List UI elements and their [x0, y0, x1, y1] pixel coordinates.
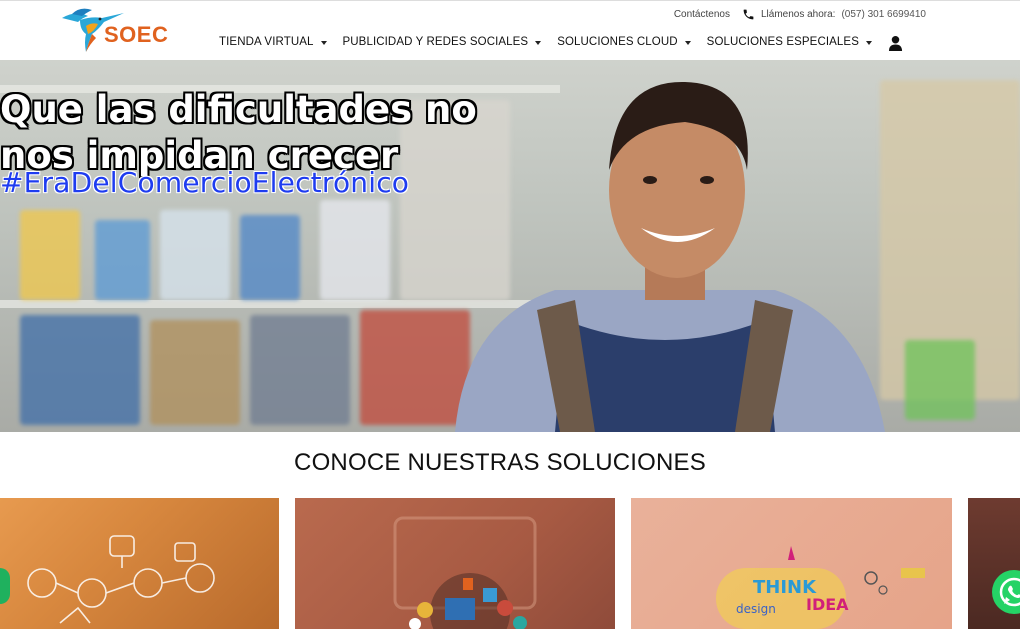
soec-logo[interactable]: SOEC — [58, 4, 178, 54]
chevron-down-icon — [865, 40, 872, 45]
chat-tab[interactable] — [0, 568, 10, 604]
hero-title-line: Que las dificultades no — [0, 88, 477, 131]
nav-item-soluciones-especiales[interactable]: SOLUCIONES ESPECIALES — [707, 36, 872, 48]
solution-card-publicidad[interactable] — [295, 498, 615, 629]
product-decoration — [20, 315, 140, 425]
main-nav: TIENDA VIRTUAL PUBLICIDAD Y REDES SOCIAL… — [219, 36, 888, 48]
shopkeeper-image — [455, 81, 885, 432]
product-decoration — [160, 210, 230, 300]
call-label: Llámenos ahora: — [760, 9, 836, 20]
brand-name: SOEC — [104, 22, 169, 47]
chevron-down-icon — [684, 40, 691, 45]
product-decoration — [250, 315, 350, 425]
site-header: SOEC Contáctenos Llámenos ahora: (057) 3… — [0, 0, 1020, 60]
product-decoration — [905, 340, 975, 420]
chevron-down-icon — [535, 40, 542, 45]
nav-item-publicidad[interactable]: PUBLICIDAD Y REDES SOCIALES — [343, 36, 542, 48]
user-icon[interactable] — [888, 35, 903, 52]
svg-text:IDEA: IDEA — [806, 595, 849, 614]
top-contact-bar: Contáctenos Llámenos ahora: (057) 301 66… — [674, 8, 926, 21]
product-decoration — [240, 215, 300, 300]
whatsapp-button[interactable] — [992, 570, 1020, 614]
solution-card-cloud[interactable]: THINK IDEA design — [631, 498, 952, 629]
nav-item-soluciones-cloud[interactable]: SOLUCIONES CLOUD — [557, 36, 691, 48]
phone-number[interactable]: (057) 301 6699410 — [841, 9, 926, 20]
product-decoration — [95, 220, 150, 300]
product-decoration — [150, 320, 240, 425]
nav-item-label: PUBLICIDAD Y REDES SOCIALES — [342, 36, 529, 48]
chevron-down-icon — [320, 40, 327, 45]
phone-icon — [743, 9, 754, 20]
contact-link[interactable]: Contáctenos — [674, 9, 730, 20]
nav-item-label: SOLUCIONES CLOUD — [557, 36, 678, 48]
svg-text:design: design — [736, 602, 776, 616]
solutions-title: CONOCE NUESTRAS SOLUCIONES — [294, 449, 706, 476]
hero-hashtag: #EraDelComercioElectrónico — [0, 166, 410, 199]
nav-item-label: SOLUCIONES ESPECIALES — [706, 36, 859, 48]
hero-banner: Que las dificultades no nos impidan crec… — [0, 60, 1020, 432]
nav-item-label: TIENDA VIRTUAL — [219, 36, 314, 48]
nav-item-tienda-virtual[interactable]: TIENDA VIRTUAL — [219, 36, 327, 48]
whatsapp-icon — [999, 577, 1020, 607]
product-decoration — [320, 200, 390, 300]
ecommerce-network-icon — [27, 535, 215, 624]
product-decoration — [20, 210, 80, 300]
solution-card-tienda[interactable] — [0, 498, 279, 629]
social-media-icon — [393, 516, 537, 629]
think-idea-icon: THINK IDEA design — [716, 546, 925, 629]
